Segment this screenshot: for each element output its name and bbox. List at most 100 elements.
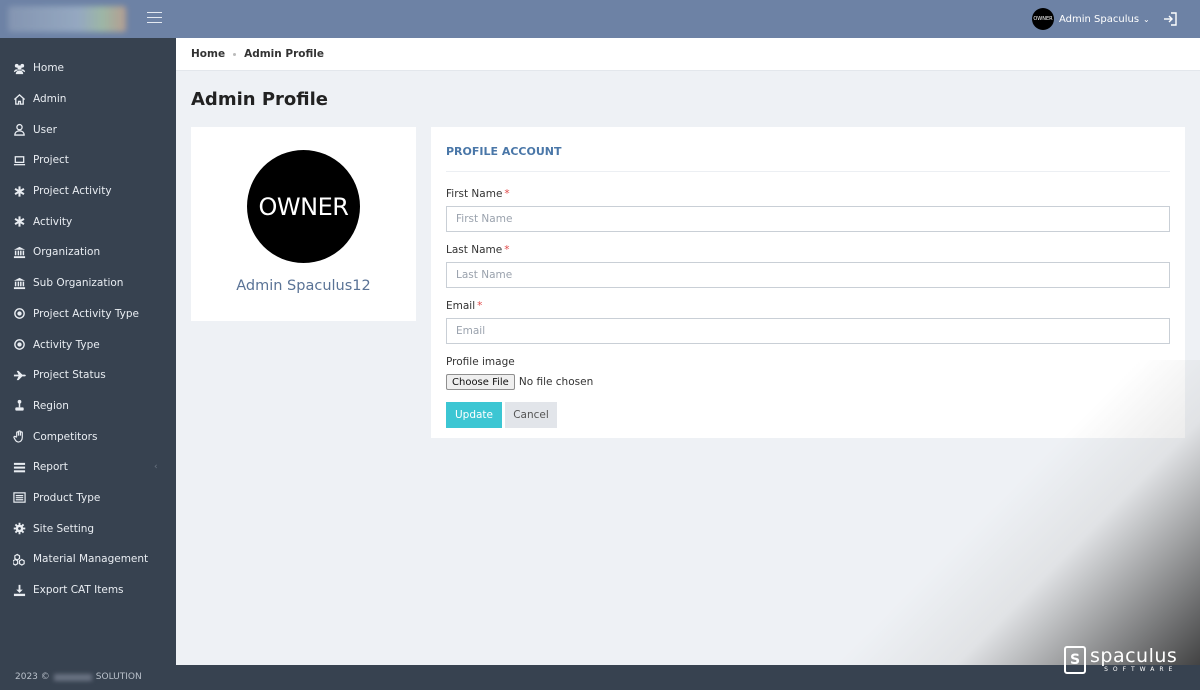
email-label: Email * — [446, 300, 482, 312]
required-mark: * — [504, 188, 510, 200]
sidebar-item-label: Project Status — [33, 369, 106, 382]
cubes-icon — [12, 552, 26, 566]
sidebar-item-label: Site Setting — [33, 522, 95, 535]
asterisk-icon — [12, 215, 26, 229]
sidebar-item-admin[interactable]: Admin — [0, 84, 176, 115]
first-name-label-text: First Name — [446, 188, 503, 200]
watermark-word: spaculus — [1090, 645, 1178, 667]
required-mark: * — [477, 300, 483, 312]
bank-icon — [12, 276, 26, 290]
footer-company: SOLUTION — [95, 672, 142, 682]
watermark-sub: SOFTWARE — [1104, 666, 1178, 673]
person-icon — [12, 123, 26, 137]
sidebar-item-label: Project — [33, 154, 69, 167]
sidebar-item-label: Admin — [33, 93, 67, 106]
choose-file-button[interactable]: Choose File — [446, 374, 515, 390]
breadcrumb-current: Admin Profile — [244, 48, 324, 60]
breadcrumb-home-link[interactable]: Home — [191, 48, 225, 60]
sidebar-item-home[interactable]: Home — [0, 53, 176, 84]
sidebar-item-label: Organization — [33, 246, 101, 259]
first-name-input[interactable] — [446, 206, 1170, 232]
app-logo[interactable] — [8, 6, 126, 32]
sidebar-nav: Home Admin User Project Project Activity Acti… — [0, 38, 176, 605]
bank-icon — [12, 245, 26, 259]
footer-copyright: 2023 © SOLUTION — [15, 672, 142, 682]
sidebar-item-label: Region — [33, 399, 69, 412]
cancel-button[interactable]: Cancel — [505, 402, 557, 428]
profile-name: Admin Spaculus12 — [236, 278, 371, 294]
chevron-left-icon: ‹ — [154, 462, 158, 473]
required-mark: * — [504, 244, 510, 256]
spaculus-watermark: S spaculus SOFTWARE — [1064, 646, 1177, 674]
redacted-text — [53, 673, 92, 681]
sidebar-item-project-activity[interactable]: Project Activity — [0, 176, 176, 207]
sidebar-item-site-setting[interactable]: Site Setting — [0, 513, 176, 544]
last-name-label-text: Last Name — [446, 244, 503, 256]
sidebar-item-activity-type[interactable]: Activity Type — [0, 329, 176, 360]
laptop-icon — [12, 153, 26, 167]
profile-avatar: OWNER — [247, 150, 360, 263]
hand-icon — [12, 430, 26, 444]
sidebar-item-label: Project Activity Type — [33, 307, 139, 320]
list-alt-icon — [12, 491, 26, 505]
last-name-label: Last Name * — [446, 244, 509, 256]
sidebar-item-organization[interactable]: Organization — [0, 237, 176, 268]
sidebar: Home Admin User Project Project Activity Acti… — [0, 38, 176, 690]
sidebar-item-sub-organization[interactable]: Sub Organization — [0, 268, 176, 299]
sidebar-item-label: Home — [33, 62, 65, 75]
sidebar-item-user[interactable]: User — [0, 114, 176, 145]
sidebar-item-project-activity-type[interactable]: Project Activity Type — [0, 299, 176, 330]
menu-toggle-icon[interactable] — [147, 12, 162, 24]
file-status: No file chosen — [518, 376, 594, 388]
profile-account-form: PROFILE ACCOUNT First Name* Last Name* E… — [431, 127, 1185, 438]
plane-icon — [12, 368, 26, 382]
list-icon — [12, 460, 26, 474]
sidebar-item-activity[interactable]: Activity — [0, 206, 176, 237]
sidebar-item-label: Activity Type — [33, 338, 100, 351]
page-title: Admin Profile — [191, 89, 328, 110]
sidebar-item-label: Competitors — [33, 430, 98, 443]
last-name-input[interactable] — [446, 262, 1170, 288]
sidebar-item-report[interactable]: Report ‹ — [0, 452, 176, 483]
sidebar-item-label: User — [33, 123, 57, 136]
sidebar-item-label: Sub Organization — [33, 277, 124, 290]
users-icon — [12, 61, 26, 75]
sidebar-item-label: Report — [33, 461, 68, 474]
sidebar-item-competitors[interactable]: Competitors — [0, 421, 176, 452]
sidebar-item-region[interactable]: Region — [0, 391, 176, 422]
top-bar: OWNER Admin Spaculus ⌄ — [0, 0, 1200, 38]
user-name: Admin Spaculus — [1059, 13, 1140, 25]
gear-icon — [12, 522, 26, 536]
profile-image-label: Profile image — [446, 356, 515, 368]
update-button[interactable]: Update — [446, 402, 502, 428]
sidebar-item-project-status[interactable]: Project Status — [0, 360, 176, 391]
sidebar-item-export-cat-items[interactable]: Export CAT Items — [0, 575, 176, 606]
sidebar-item-label: Project Activity — [33, 185, 112, 198]
chevron-down-icon: ⌄ — [1143, 14, 1150, 24]
joystick-icon — [12, 399, 26, 413]
target-icon — [12, 307, 26, 321]
sidebar-item-label: Export CAT Items — [33, 584, 124, 597]
user-menu[interactable]: OWNER Admin Spaculus ⌄ — [1032, 8, 1150, 30]
sidebar-item-label: Product Type — [33, 491, 101, 504]
email-label-text: Email — [446, 300, 476, 312]
breadcrumb: Home Admin Profile — [176, 38, 1200, 71]
download-icon — [12, 583, 26, 597]
sidebar-item-project[interactable]: Project — [0, 145, 176, 176]
email-input[interactable] — [446, 318, 1170, 344]
file-picker: Choose File No file chosen — [446, 374, 593, 390]
divider — [446, 171, 1170, 172]
profile-card: OWNER Admin Spaculus12 — [191, 127, 416, 321]
avatar: OWNER — [1032, 8, 1054, 30]
footer — [0, 665, 1200, 690]
footer-year: 2023 © — [15, 672, 50, 682]
form-heading: PROFILE ACCOUNT — [446, 145, 562, 158]
target-icon — [12, 338, 26, 352]
sidebar-item-label: Activity — [33, 215, 73, 228]
sidebar-item-material-management[interactable]: Material Management — [0, 544, 176, 575]
logout-icon[interactable] — [1162, 11, 1178, 27]
asterisk-icon — [12, 184, 26, 198]
watermark-text: spaculus SOFTWARE — [1090, 646, 1177, 674]
breadcrumb-separator — [233, 52, 237, 56]
sidebar-item-product-type[interactable]: Product Type — [0, 483, 176, 514]
